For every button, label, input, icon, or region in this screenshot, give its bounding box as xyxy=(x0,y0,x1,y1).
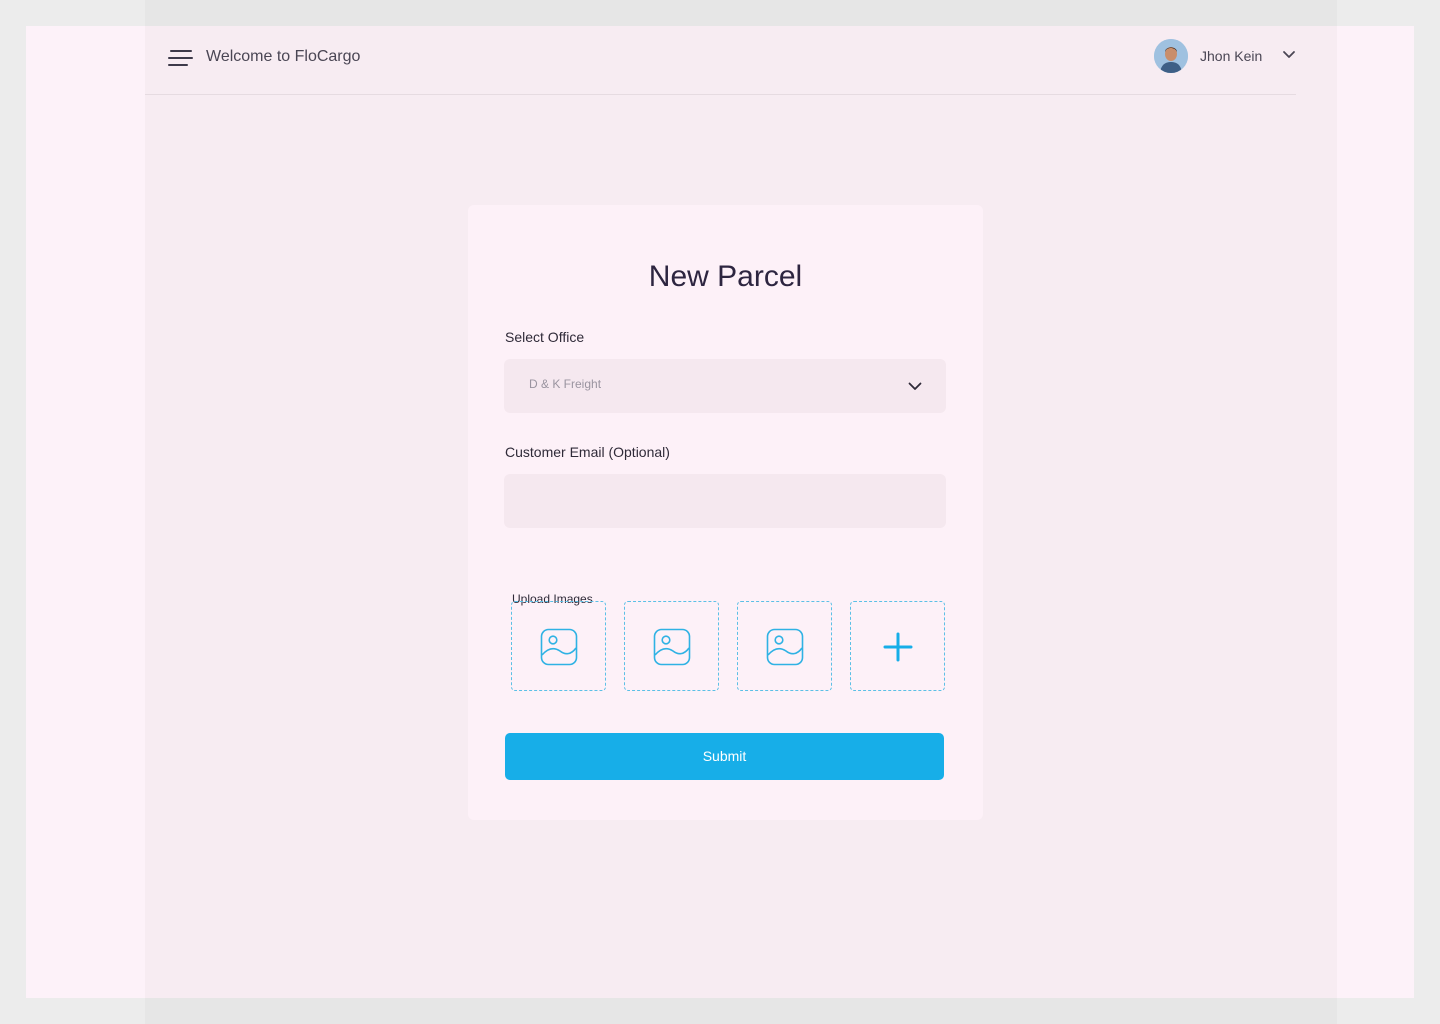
image-icon xyxy=(540,628,578,666)
welcome-text: Welcome to FloCargo xyxy=(206,48,361,65)
top-bar: Welcome to FloCargo Jhon Kein xyxy=(145,26,1337,95)
image-icon xyxy=(653,628,691,666)
office-select[interactable]: D & K Freight xyxy=(504,359,946,413)
customer-email-label: Customer Email (Optional) xyxy=(505,444,670,460)
add-image-button[interactable] xyxy=(850,601,945,691)
chevron-down-icon xyxy=(908,382,922,390)
app-frame: Welcome to FloCargo Jhon Kein New Parcel… xyxy=(145,0,1337,1024)
submit-button[interactable]: Submit xyxy=(505,733,944,780)
header-divider xyxy=(145,94,1296,95)
office-select-value: D & K Freight xyxy=(529,377,602,391)
image-upload-slot[interactable] xyxy=(737,601,832,691)
image-upload-slot[interactable] xyxy=(511,601,606,691)
page-title: New Parcel xyxy=(648,260,803,293)
image-upload-slot[interactable] xyxy=(624,601,719,691)
plus-icon xyxy=(883,632,913,662)
select-office-label: Select Office xyxy=(505,329,585,345)
new-parcel-card: New Parcel Select Office D & K Freight C… xyxy=(468,205,983,820)
avatar[interactable] xyxy=(1154,39,1188,73)
user-name[interactable]: Jhon Kein xyxy=(1200,48,1262,64)
app-content: Welcome to FloCargo Jhon Kein New Parcel… xyxy=(145,26,1337,998)
hamburger-menu-icon[interactable] xyxy=(168,50,193,67)
image-icon xyxy=(766,628,804,666)
chevron-down-icon[interactable] xyxy=(1282,50,1296,60)
customer-email-field[interactable] xyxy=(504,474,946,528)
